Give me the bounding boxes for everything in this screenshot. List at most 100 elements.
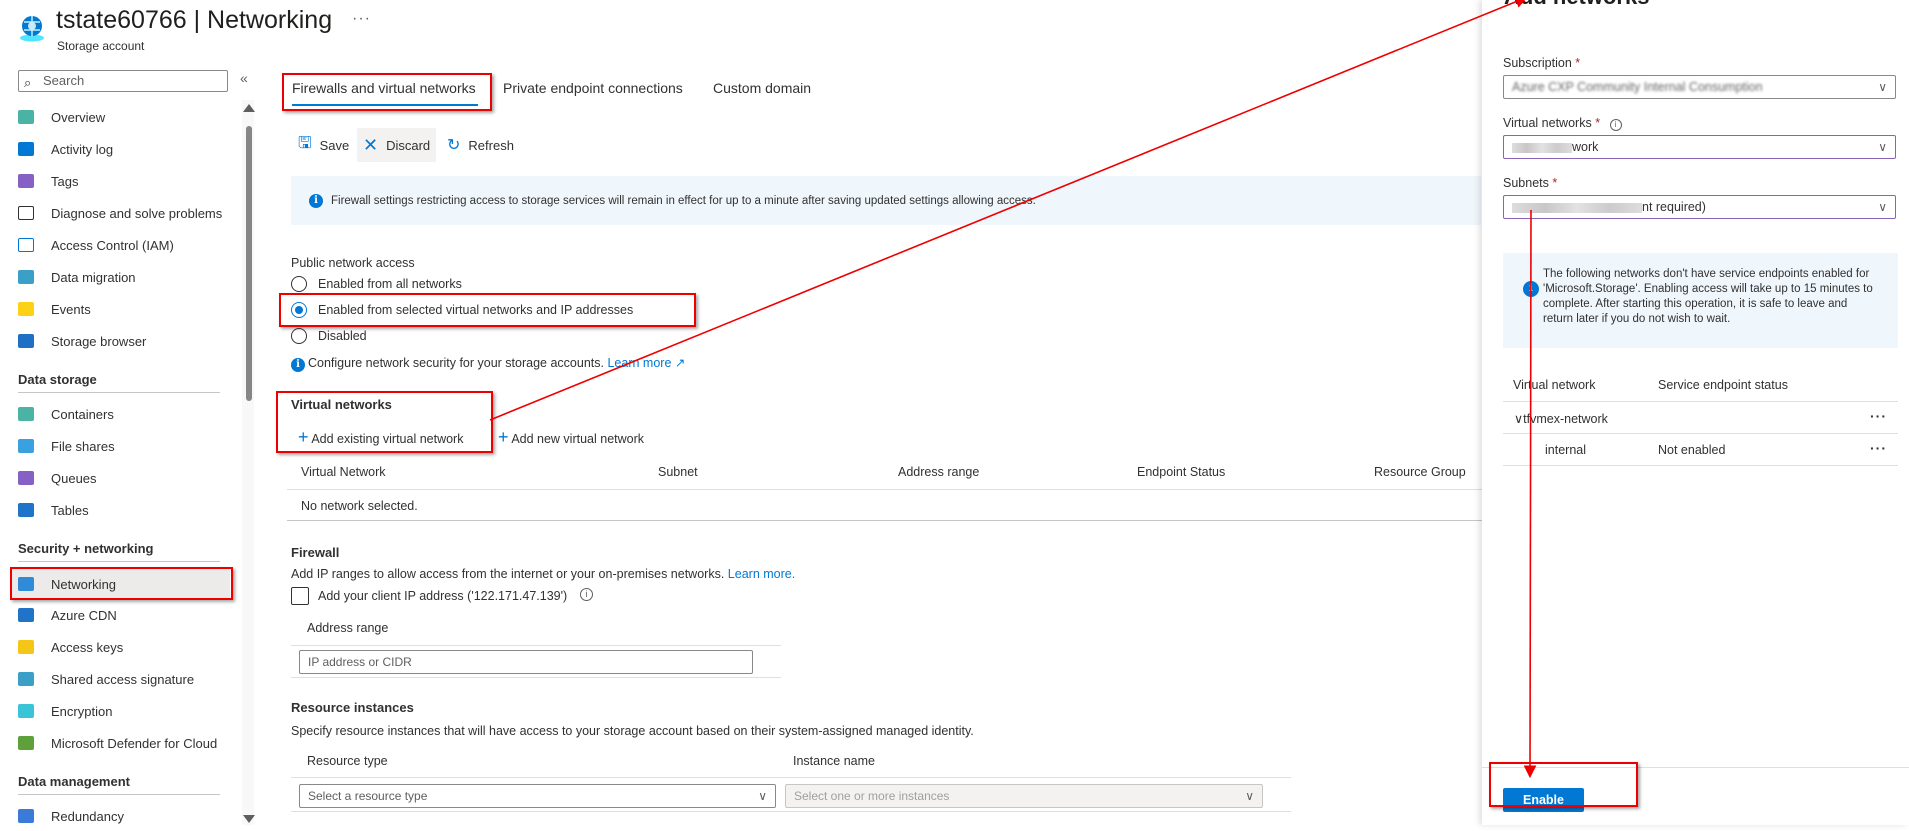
- subscription-dropdown[interactable]: Azure CXP Community Internal Consumption…: [1503, 75, 1896, 99]
- sidebar-item-label: Shared access signature: [51, 671, 195, 687]
- scrollbar-thumb[interactable]: [246, 126, 252, 401]
- scroll-down-arrow-icon[interactable]: [243, 815, 255, 823]
- firewall-learn-more-link[interactable]: Learn more.: [728, 567, 795, 581]
- refresh-button[interactable]: ↻ Refresh: [441, 128, 520, 162]
- vnet-empty-message: No network selected.: [301, 499, 418, 513]
- sidebar-item-label: Queues: [51, 470, 97, 486]
- discard-button[interactable]: ✕ Discard: [357, 128, 437, 162]
- label-text: Virtual networks: [1503, 116, 1592, 130]
- sidebar-item-access-control-iam[interactable]: Access Control (IAM): [10, 230, 230, 260]
- activity-log-icon: [18, 142, 34, 156]
- annotation-box-enable: [1489, 762, 1638, 807]
- collapse-sidebar-button[interactable]: «: [240, 70, 248, 86]
- subnets-dropdown[interactable]: nt required) ∨: [1503, 195, 1896, 219]
- sidebar-item-tags[interactable]: Tags: [10, 166, 230, 196]
- resource-type-placeholder: Select a resource type: [308, 789, 428, 803]
- sidebar-item-azure-cdn[interactable]: Azure CDN: [10, 600, 230, 630]
- sidebar-item-label: Diagnose and solve problems: [51, 205, 223, 221]
- sidebar-item-queues[interactable]: Queues: [10, 463, 230, 493]
- instance-name-dropdown[interactable]: Select one or more instances ∨: [785, 784, 1263, 808]
- external-link-icon: ↗: [671, 356, 686, 370]
- instance-placeholder: Select one or more instances: [794, 789, 950, 803]
- firewall-title: Firewall: [291, 545, 340, 560]
- divider: [291, 777, 1291, 778]
- more-options-button[interactable]: ···: [352, 10, 371, 28]
- subnet-row-status: Not enabled: [1658, 443, 1726, 457]
- client-ip-checkbox[interactable]: [291, 587, 309, 605]
- annotation-box-radio: [279, 293, 696, 327]
- sidebar-item-data-migration[interactable]: Data migration: [10, 262, 230, 292]
- sidebar-item-label: Activity log: [51, 141, 114, 157]
- info-tooltip-icon[interactable]: i: [1609, 119, 1622, 131]
- learn-more-link[interactable]: Learn more: [607, 356, 671, 370]
- sidebar-item-label: Microsoft Defender for Cloud: [51, 735, 218, 751]
- annotation-box-add-existing: [276, 391, 493, 453]
- subnet-row-name: internal: [1545, 443, 1586, 457]
- sidebar-item-storage-browser[interactable]: Storage browser: [10, 326, 230, 356]
- virtual-networks-dropdown[interactable]: work ∨: [1503, 135, 1896, 159]
- public-access-label: Public network access: [291, 256, 415, 270]
- sidebar-item-shared-access-signature[interactable]: Shared access signature: [10, 664, 230, 694]
- sidebar-item-encryption[interactable]: Encryption: [10, 696, 230, 726]
- refresh-label: Refresh: [468, 137, 514, 153]
- client-ip-label: Add your client IP address ('122.171.47.…: [318, 589, 568, 603]
- label-text: Subnets: [1503, 176, 1549, 190]
- resource-type-dropdown[interactable]: Select a resource type ∨: [299, 784, 776, 808]
- sidebar-item-tables[interactable]: Tables: [10, 495, 230, 525]
- divider: [291, 645, 781, 646]
- chevron-down-icon: ∨: [1878, 80, 1887, 94]
- required-mark: *: [1575, 56, 1581, 70]
- people-icon: [18, 238, 34, 252]
- sidebar-item-events[interactable]: Events: [10, 294, 230, 324]
- sidebar-item-file-shares[interactable]: File shares: [10, 431, 230, 461]
- info-tooltip-icon[interactable]: i: [580, 588, 593, 601]
- tab-private-endpoint-connections[interactable]: Private endpoint connections: [503, 80, 683, 96]
- sidebar-item-containers[interactable]: Containers: [10, 399, 230, 429]
- divider: [1503, 433, 1898, 434]
- tables-icon: [18, 503, 34, 517]
- sidebar-item-diagnose-and-solve-problems[interactable]: Diagnose and solve problems: [10, 198, 230, 228]
- address-range-input[interactable]: IP address or CIDR: [299, 650, 753, 674]
- sidebar-item-redundancy[interactable]: Redundancy: [10, 801, 230, 831]
- add-new-vnet-button[interactable]: + Add new virtual network: [498, 427, 644, 448]
- radio-label: Disabled: [318, 329, 367, 343]
- redacted-text: [1512, 142, 1572, 153]
- radio-circle[interactable]: [291, 328, 307, 344]
- panel-column-virtual-network: Virtual network: [1513, 378, 1596, 392]
- sidebar-section-title: Data storage: [18, 372, 97, 387]
- refresh-icon: ↻: [447, 137, 461, 154]
- sidebar-search-input[interactable]: ⌕ Search: [18, 70, 228, 92]
- info-icon: i: [309, 193, 323, 208]
- storage-account-icon: [18, 14, 46, 42]
- radio-enabled-all[interactable]: Enabled from all networks: [291, 276, 691, 294]
- sidebar-section-divider: [18, 794, 220, 795]
- required-mark: *: [1595, 116, 1601, 130]
- key-icon: [18, 640, 34, 654]
- vnet-row-more-button[interactable]: ···: [1870, 408, 1887, 424]
- sidebar-item-label: Overview: [51, 109, 106, 125]
- radio-circle[interactable]: [291, 276, 307, 292]
- radio-disabled[interactable]: Disabled: [291, 328, 691, 346]
- sidebar-item-access-keys[interactable]: Access keys: [10, 632, 230, 662]
- tab-custom-domain[interactable]: Custom domain: [713, 80, 811, 96]
- divider: [291, 677, 781, 678]
- tag-icon: [18, 174, 34, 188]
- sidebar-item-microsoft-defender-for-cloud[interactable]: Microsoft Defender for Cloud: [10, 728, 230, 758]
- cloud-icon: [18, 608, 34, 622]
- save-icon: 🖫: [298, 134, 312, 152]
- sidebar-item-activity-log[interactable]: Activity log: [10, 134, 230, 164]
- subnet-row-more-button[interactable]: ···: [1870, 440, 1887, 456]
- firewall-description: Add IP ranges to allow access from the i…: [291, 567, 795, 581]
- scroll-up-arrow-icon[interactable]: [243, 104, 255, 112]
- plus-icon: +: [498, 427, 509, 447]
- firewall-desc-text: Add IP ranges to allow access from the i…: [291, 567, 725, 581]
- save-button[interactable]: 🖫 Save: [292, 128, 355, 162]
- column-header-endpoint-status: Endpoint Status: [1137, 465, 1226, 479]
- chevron-down-icon: ∨: [1878, 140, 1887, 154]
- vnet-row[interactable]: ∨tfvmex-network: [1514, 411, 1608, 426]
- service-endpoint-info: i The following networks don't have serv…: [1503, 253, 1898, 348]
- chevron-down-icon[interactable]: ∨: [1514, 412, 1523, 426]
- sidebar-item-overview[interactable]: Overview: [10, 102, 230, 132]
- column-header-subnet: Subnet: [658, 465, 698, 479]
- link-icon: [18, 672, 34, 686]
